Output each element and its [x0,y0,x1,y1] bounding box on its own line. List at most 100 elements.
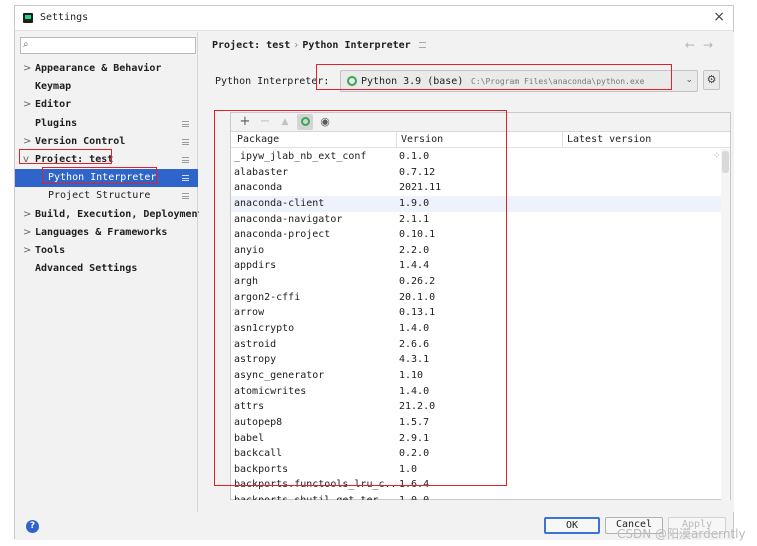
table-row[interactable]: alabaster 0.7.12 [231,165,730,181]
settings-search[interactable]: ⌕ [20,37,196,54]
package-name: argon2-cffi [234,291,301,303]
show-early-releases-eye-icon[interactable]: ◉ [317,114,333,130]
package-version: 0.13.1 [399,307,436,319]
package-version: 20.1.0 [399,291,436,303]
breadcrumb: Project: test › Python Interpreter [212,40,426,51]
sidebar-item-version-control[interactable]: > Version Control [15,133,198,151]
table-row[interactable]: _ipyw_jlab_nb_ext_conf 0.1.0 [231,149,730,165]
add-package-icon[interactable]: + [237,114,253,130]
chevron-down-icon[interactable]: ⌄ [685,75,693,85]
package-version: 0.7.12 [399,166,436,178]
sidebar-item-label: Appearance & Behavior [35,63,162,74]
sidebar-item-plugins[interactable]: Plugins [15,115,198,133]
chevron-down-icon[interactable]: v [23,151,29,169]
sidebar-item-editor[interactable]: > Editor [15,96,198,114]
interpreter-label: Python Interpreter: [215,76,330,87]
table-row[interactable]: argh 0.26.2 [231,274,730,290]
chevron-right-icon[interactable]: > [23,242,31,260]
project-scope-icon [418,42,426,48]
sidebar-item-label: Editor [35,99,72,111]
table-row[interactable]: astropy 4.3.1 [231,352,730,368]
package-version: 1.6.4 [399,479,430,491]
package-version: 2021.11 [399,182,442,194]
breadcrumb-project[interactable]: Project: test [212,40,290,51]
sidebar-item-project-test[interactable]: v Project: test [15,151,198,169]
package-name: alabaster [234,166,289,178]
chevron-right-icon[interactable]: > [23,96,31,114]
conda-refresh-icon[interactable] [297,114,313,130]
package-version: 2.9.1 [399,432,430,444]
packages-toolbar: + − ▲ ◉ [231,113,730,132]
package-version: 0.26.2 [399,276,436,288]
table-row[interactable]: async_generator 1.10 [231,368,730,384]
table-row[interactable]: backports 1.0 [231,462,730,478]
help-icon[interactable]: ? [26,520,39,533]
table-row[interactable]: attrs 21.2.0 [231,399,730,415]
sidebar-item-project-structure[interactable]: Project Structure [15,187,198,205]
table-row[interactable]: astroid 2.6.6 [231,337,730,353]
package-name: anaconda-client [234,197,325,209]
table-row[interactable]: anaconda-client 1.9.0 [231,195,730,212]
sidebar-item-appearance-behavior[interactable]: > Appearance & Behavior [15,60,198,78]
table-row[interactable]: anaconda-navigator 2.1.1 [231,212,730,228]
remove-package-icon[interactable]: − [257,114,273,130]
package-version: 1.5.7 [399,416,430,428]
upgrade-package-icon[interactable]: ▲ [277,114,293,130]
scrollbar-thumb[interactable] [722,151,729,173]
table-row[interactable]: anyio 2.2.0 [231,243,730,259]
package-version: 21.2.0 [399,401,436,413]
sidebar-item-languages-frameworks[interactable]: > Languages & Frameworks [15,224,198,242]
interpreter-name: Python 3.9 (base) [361,76,464,87]
sidebar-item-build-execution-deployment[interactable]: > Build, Execution, Deployment [15,206,204,224]
table-row[interactable]: autopep8 1.5.7 [231,415,730,431]
column-header-latest-version[interactable]: Latest version [567,134,651,145]
packages-scrollbar[interactable] [721,149,730,500]
table-row[interactable]: appdirs 1.4.4 [231,258,730,274]
package-version: 2.6.6 [399,338,430,350]
package-name: atomicwrites [234,385,307,397]
sidebar-item-keymap[interactable]: Keymap [15,78,198,96]
back-arrow-icon[interactable]: ← [685,38,703,52]
table-row[interactable]: arrow 0.13.1 [231,305,730,321]
title-bar: Settings × [15,6,733,31]
forward-arrow-icon[interactable]: → [703,38,721,52]
history-nav: ←→ [685,38,721,52]
chevron-right-icon[interactable]: > [23,60,31,78]
package-name: babel [234,432,265,444]
chevron-right-icon[interactable]: > [23,206,31,224]
chevron-right-icon[interactable]: > [23,133,31,151]
project-scope-icon [182,138,189,145]
package-version: 2.1.1 [399,213,430,225]
table-row[interactable]: babel 2.9.1 [231,431,730,447]
search-icon: ⌕ [23,39,29,50]
table-row[interactable]: backports.functools_lru_c... 1.6.4 [231,477,730,493]
package-name: asn1crypto [234,323,295,335]
python-interpreter-icon [347,76,357,86]
breadcrumb-page: Python Interpreter [302,40,411,51]
column-header-version[interactable]: Version [401,134,443,145]
settings-nav-tree: > Appearance & Behavior Keymap > Editor Plugi… [15,60,204,278]
close-icon[interactable]: × [713,9,725,25]
sidebar-item-label: Project Structure [48,190,151,202]
chevron-right-icon[interactable]: > [23,224,31,242]
sidebar-item-advanced-settings[interactable]: Advanced Settings [15,260,198,278]
table-row[interactable]: argon2-cffi 20.1.0 [231,290,730,306]
interpreter-dropdown[interactable]: Python 3.9 (base) C:\Program Files\anaco… [340,70,698,92]
table-row[interactable]: atomicwrites 1.4.0 [231,384,730,400]
sidebar-item-tools[interactable]: > Tools [15,242,198,260]
ok-button[interactable]: OK [544,517,600,534]
project-scope-icon [182,120,189,127]
interpreter-settings-gear-icon[interactable]: ⚙ [703,70,720,90]
window-title: Settings [40,12,89,23]
package-version: 1.10 [399,369,424,381]
package-name: argh [234,276,259,288]
table-row[interactable]: backports.shutil_get_ter...1.0.0 [231,493,730,500]
table-row[interactable]: asn1crypto 1.4.0 [231,321,730,337]
table-row[interactable]: anaconda-project 0.10.1 [231,227,730,243]
column-header-package[interactable]: Package [237,134,279,145]
sidebar-item-python-interpreter[interactable]: Python Interpreter [15,169,198,188]
search-input[interactable] [37,39,187,52]
table-row[interactable]: backcall 0.2.0 [231,446,730,462]
project-scope-icon [182,175,189,182]
table-row[interactable]: anaconda 2021.11 [231,180,730,196]
